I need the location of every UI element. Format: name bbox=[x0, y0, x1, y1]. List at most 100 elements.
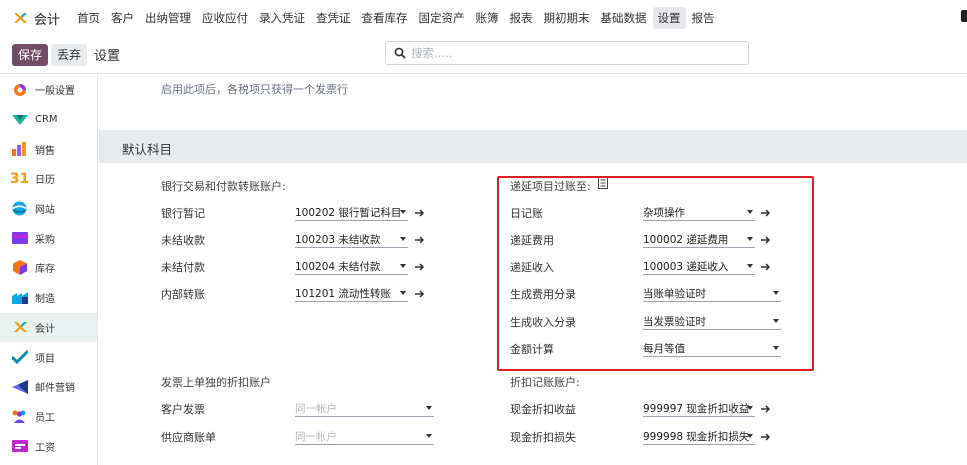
vendor-bill-placeholder: 同一帐户 bbox=[295, 431, 337, 443]
sidebar-item-label: 项目 bbox=[35, 353, 55, 365]
sidebar-item-email-marketing[interactable]: 邮件营销 bbox=[0, 372, 97, 402]
save-button[interactable]: 保存 bbox=[12, 43, 49, 66]
arrow-right-icon[interactable] bbox=[415, 262, 425, 272]
website-icon bbox=[11, 201, 28, 216]
outstanding-receipts-select[interactable]: 100203 未结收款 bbox=[295, 232, 408, 248]
cash-discount-gain-value: 999997 现金折扣收益 bbox=[643, 403, 750, 415]
internal-transfer-value: 101201 流动性转账 bbox=[295, 288, 391, 300]
bank-suspense-select[interactable]: 100202 银行暂记科目 bbox=[295, 205, 408, 221]
arrow-right-icon[interactable] bbox=[761, 404, 771, 414]
outstanding-payments-select[interactable]: 100204 未结付款 bbox=[295, 259, 408, 275]
top-navbar: 会计 首页 客户 出纳管理 应收应付 录入凭证 查凭证 查看库存 固定资产 账簿… bbox=[0, 0, 967, 36]
chevron-down-icon bbox=[747, 434, 753, 438]
sidebar-item-general[interactable]: 一般设置 bbox=[0, 75, 97, 105]
breadcrumb: 设置 bbox=[94, 49, 121, 64]
discount-accounts-heading: 折扣记账账户: bbox=[510, 376, 580, 389]
sidebar-item-label: 员工 bbox=[35, 412, 55, 424]
sidebar-item-label: 销售 bbox=[35, 145, 55, 157]
menu-cashier[interactable]: 出纳管理 bbox=[140, 7, 196, 29]
chevron-down-icon bbox=[400, 291, 406, 295]
cash-discount-loss-select[interactable]: 999998 现金折扣损失 bbox=[643, 429, 755, 445]
sidebar-item-sales[interactable]: 销售 bbox=[0, 134, 97, 164]
sidebar-item-label: 网站 bbox=[35, 205, 55, 217]
customer-invoice-select[interactable]: 同一帐户 bbox=[295, 401, 434, 417]
arrow-right-icon[interactable] bbox=[415, 235, 425, 245]
cash-discount-loss-label: 现金折扣损失 bbox=[510, 431, 576, 444]
section-title: 默认科目 bbox=[122, 142, 173, 157]
sidebar-item-purchase[interactable]: 采购 bbox=[0, 223, 97, 253]
chevron-down-icon bbox=[426, 434, 432, 438]
menu-customers[interactable]: 客户 bbox=[106, 7, 139, 29]
sidebar-item-employees[interactable]: 员工 bbox=[0, 402, 97, 432]
chevron-down-icon bbox=[400, 264, 406, 268]
menu-home[interactable]: 首页 bbox=[72, 7, 105, 29]
sidebar-item-label: 工资 bbox=[35, 442, 55, 454]
discard-button[interactable]: 丢弃 bbox=[51, 43, 88, 66]
search-input[interactable]: 搜索..... bbox=[411, 45, 452, 61]
sidebar-item-manufacturing[interactable]: 制造 bbox=[0, 283, 97, 313]
outstanding-receipts-value: 100203 未结收款 bbox=[295, 234, 381, 246]
cash-discount-gain-select[interactable]: 999997 现金折扣收益 bbox=[643, 401, 755, 417]
sidebar-item-payroll[interactable]: 工资 bbox=[0, 431, 97, 461]
chevron-down-icon bbox=[747, 406, 753, 410]
vendor-bill-select[interactable]: 同一帐户 bbox=[295, 429, 434, 445]
menu-enter-voucher[interactable]: 录入凭证 bbox=[254, 7, 310, 29]
app-name: 会计 bbox=[34, 12, 61, 28]
menu-view-stock[interactable]: 查看库存 bbox=[357, 7, 413, 29]
employees-icon bbox=[11, 409, 28, 424]
outstanding-receipts-label: 未结收款 bbox=[161, 234, 205, 247]
general-settings-icon bbox=[11, 82, 28, 97]
arrow-right-icon[interactable] bbox=[415, 208, 425, 218]
sidebar-item-accounting[interactable]: 会计 bbox=[0, 312, 97, 343]
cash-discount-loss-value: 999998 现金折扣损失 bbox=[643, 431, 750, 443]
email-marketing-icon bbox=[11, 379, 28, 394]
menu-ledgers[interactable]: 账簿 bbox=[471, 7, 504, 29]
sidebar-item-label: 会计 bbox=[35, 323, 55, 335]
discount-heading: 发票上单独的折扣账户 bbox=[161, 376, 271, 389]
menu-fixed-assets[interactable]: 固定资产 bbox=[414, 7, 470, 29]
sidebar-item-label: 采购 bbox=[35, 234, 55, 246]
main-menu: 首页 客户 出纳管理 应收应付 录入凭证 查凭证 查看库存 固定资产 账簿 报表… bbox=[72, 7, 721, 29]
menu-settings[interactable]: 设置 bbox=[652, 7, 686, 29]
menu-search-voucher[interactable]: 查凭证 bbox=[311, 7, 356, 29]
sidebar-item-label: 邮件营销 bbox=[35, 383, 75, 395]
highlight-box bbox=[497, 176, 814, 371]
settings-content: 启用此项后，各税项只获得一个发票行 默认科目 银行交易和付款转账账户: 银行暂记… bbox=[99, 75, 967, 465]
menu-period[interactable]: 期初期末 bbox=[539, 7, 595, 29]
menu-master-data[interactable]: 基础数据 bbox=[596, 7, 652, 29]
menu-report[interactable]: 报告 bbox=[687, 7, 720, 29]
section-header: 默认科目 bbox=[99, 130, 967, 163]
menu-receivables-payables[interactable]: 应收应付 bbox=[197, 7, 253, 29]
sidebar-item-inventory[interactable]: 库存 bbox=[0, 253, 97, 283]
control-panel: 保存 丢弃 设置 搜索..... bbox=[0, 36, 967, 74]
manufacturing-icon bbox=[11, 290, 28, 305]
sidebar-item-website[interactable]: 网站 bbox=[0, 194, 97, 224]
accounting-icon bbox=[11, 320, 28, 335]
sidebar-item-crm[interactable]: CRM bbox=[0, 105, 97, 135]
search-box[interactable]: 搜索..... bbox=[385, 41, 749, 65]
calendar-icon: 31 bbox=[9, 170, 30, 187]
cash-discount-gain-label: 现金折扣收益 bbox=[510, 403, 576, 416]
customer-invoice-placeholder: 同一帐户 bbox=[295, 403, 337, 415]
sidebar-item-project[interactable]: 项目 bbox=[0, 342, 97, 372]
internal-transfer-select[interactable]: 101201 流动性转账 bbox=[295, 286, 408, 302]
bank-suspense-label: 银行暂记 bbox=[161, 207, 205, 220]
customer-invoice-label: 客户发票 bbox=[161, 403, 205, 416]
crm-icon bbox=[11, 112, 28, 127]
sidebar-item-label: 一般设置 bbox=[35, 86, 75, 98]
settings-sidebar: 一般设置 CRM 销售 31 日历 网站 采购 库存 制造 会计 项目 邮件营销… bbox=[0, 75, 98, 465]
arrow-right-icon[interactable] bbox=[415, 289, 425, 299]
brand[interactable]: 会计 bbox=[12, 9, 64, 28]
accounting-app-icon bbox=[14, 13, 27, 23]
sidebar-item-label: 制造 bbox=[35, 294, 55, 306]
menu-reports[interactable]: 报表 bbox=[505, 7, 538, 29]
systray-icon[interactable] bbox=[961, 10, 967, 22]
search-icon bbox=[394, 47, 406, 59]
bank-suspense-value: 100202 银行暂记科目 bbox=[295, 207, 402, 219]
purchase-icon bbox=[11, 231, 28, 246]
sidebar-item-calendar[interactable]: 31 日历 bbox=[0, 164, 97, 194]
sidebar-item-label: 库存 bbox=[35, 264, 55, 276]
arrow-right-icon[interactable] bbox=[761, 432, 771, 442]
outstanding-payments-label: 未结付款 bbox=[161, 261, 205, 274]
bank-accounts-heading: 银行交易和付款转账账户: bbox=[161, 180, 286, 193]
